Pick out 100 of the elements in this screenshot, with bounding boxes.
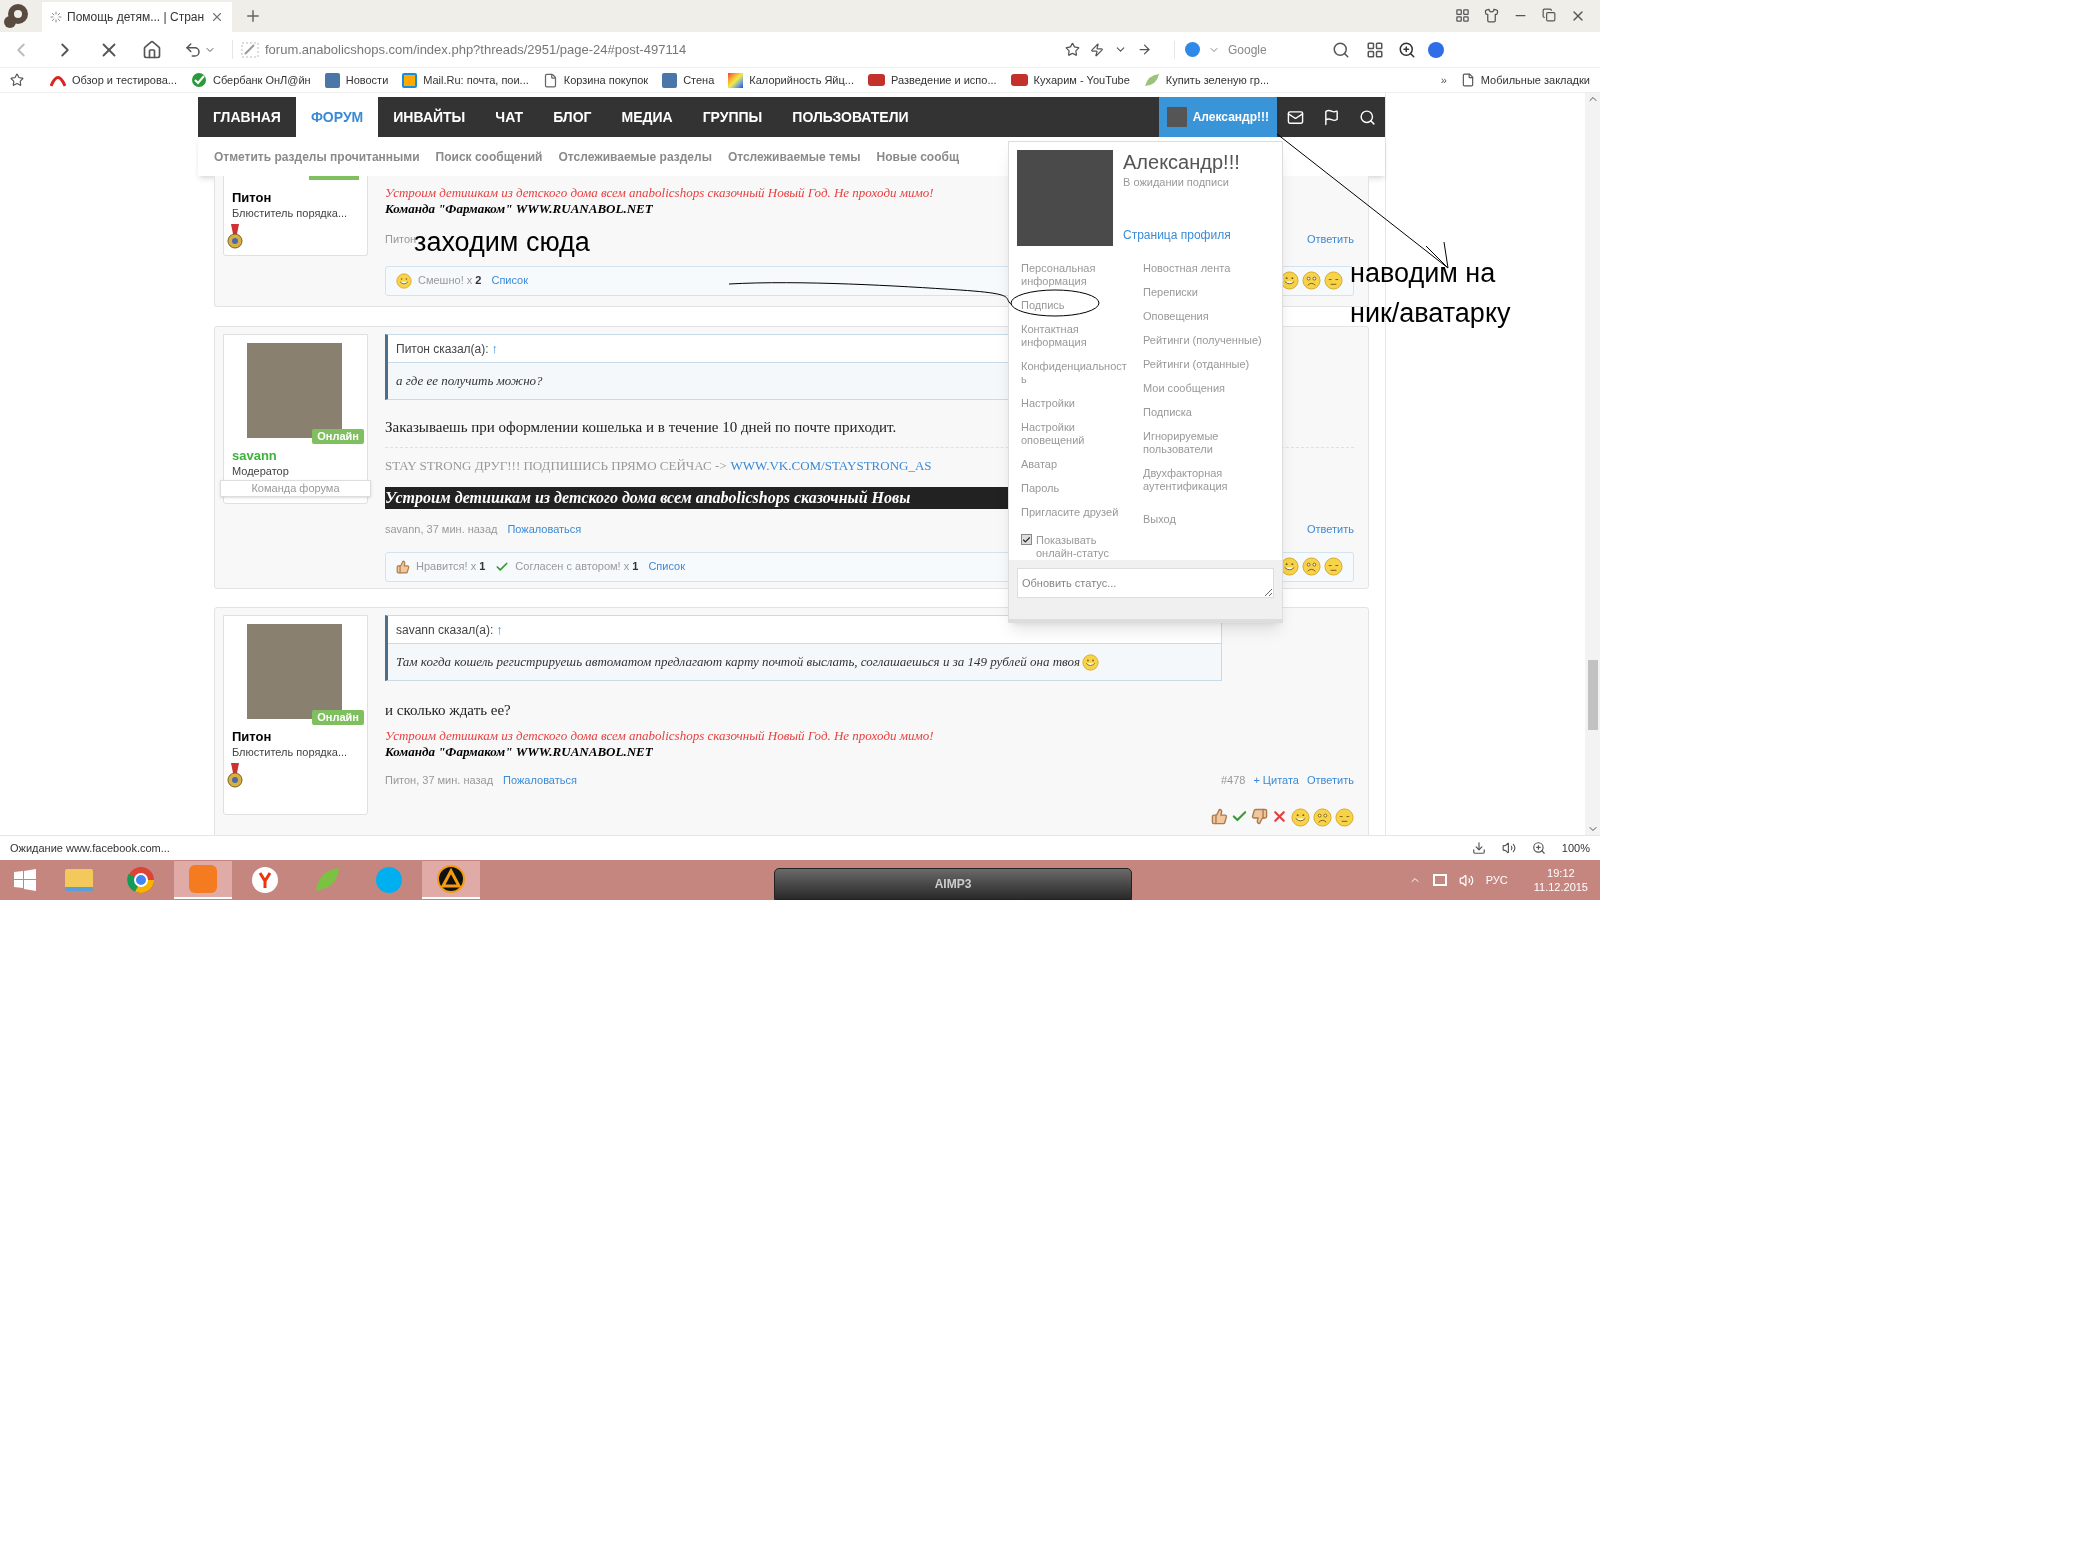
menu-item[interactable]: Персональная информация <box>1021 262 1129 288</box>
go-icon[interactable] <box>1137 42 1152 57</box>
search-icon[interactable] <box>1358 108 1376 126</box>
zoom-level[interactable]: 100% <box>1561 839 1590 857</box>
language-indicator[interactable]: РУС <box>1485 871 1508 889</box>
apps-grid-icon[interactable] <box>1366 40 1384 59</box>
close-tab-icon[interactable] <box>210 10 224 24</box>
post-number-link[interactable]: #478 <box>1220 771 1246 788</box>
menu-item[interactable]: Подписка <box>1143 406 1270 419</box>
nav-tab[interactable]: ПОЛЬЗОВАТЕЛИ <box>777 97 924 137</box>
sad-face-icon[interactable] <box>1313 808 1332 827</box>
clock-time[interactable]: 19:12 <box>1547 866 1575 880</box>
bookmark-link[interactable]: Разведение и испо... <box>868 71 997 89</box>
sub-nav-link[interactable]: Поиск сообщений <box>435 147 543 166</box>
menu-item[interactable]: Конфиденциальность <box>1021 360 1129 386</box>
clock-date[interactable]: 11.12.2015 <box>1533 880 1588 894</box>
volume-icon[interactable] <box>1501 841 1516 855</box>
sad-face-icon[interactable] <box>1302 557 1321 576</box>
mail-icon[interactable] <box>1286 108 1304 126</box>
nav-tab[interactable]: БЛОГ <box>538 97 607 137</box>
menu-item[interactable]: Аватар <box>1021 458 1129 471</box>
sub-nav-link[interactable]: Отметить разделы прочитанными <box>214 147 420 166</box>
menu-item[interactable]: Контактная информация <box>1021 323 1129 349</box>
restore-icon[interactable] <box>1542 8 1556 22</box>
bookmark-link[interactable]: Кухарим - YouTube <box>1010 71 1130 89</box>
sub-nav-link[interactable]: Отслеживаемые темы <box>727 147 861 166</box>
home-icon[interactable] <box>142 39 162 60</box>
menu-item[interactable]: Рейтинги (отданные) <box>1143 358 1270 371</box>
undo-icon[interactable] <box>184 40 202 59</box>
smiley-icon[interactable] <box>1291 808 1310 827</box>
more-bookmarks-button[interactable]: » <box>1440 71 1447 89</box>
status-input-field[interactable]: Обновить статус... <box>1017 568 1274 598</box>
sub-nav-link[interactable]: Новые сообщ <box>876 147 960 166</box>
new-tab-icon[interactable] <box>244 7 262 25</box>
reactions-list-link[interactable]: Список <box>648 558 685 575</box>
download-icon[interactable] <box>1471 841 1486 855</box>
mobile-bookmarks-link[interactable]: Мобильные закладки <box>1460 71 1590 89</box>
bookmarks-star-icon[interactable] <box>10 73 24 87</box>
browser-tab[interactable]: Помощь детям... | Стран <box>42 2 232 32</box>
logout-link[interactable]: Выход <box>1143 513 1270 526</box>
thumbs-down-icon[interactable] <box>1251 808 1268 825</box>
username[interactable]: Питон <box>232 190 359 206</box>
smiley-icon[interactable] <box>396 272 412 289</box>
report-link[interactable]: Пожаловаться <box>507 521 582 538</box>
menu-item[interactable]: Подпись <box>1021 299 1129 312</box>
search-icon[interactable] <box>1332 40 1350 59</box>
online-status-checkbox[interactable]: Показывать онлайн-статус <box>1021 534 1129 560</box>
bookmark-link[interactable]: Обзор и тестирова... <box>50 71 177 89</box>
menu-item[interactable]: Игнорируемые пользователи <box>1143 430 1270 456</box>
profile-link[interactable]: Страница профиля <box>1123 226 1240 244</box>
quote-jump-link[interactable]: ↑ <box>491 338 499 359</box>
thumbs-up-icon[interactable] <box>396 559 410 574</box>
windows-logo-icon[interactable] <box>14 869 36 891</box>
bookmark-link[interactable]: Новости <box>324 71 389 89</box>
bookmark-link[interactable]: Сбербанк ОнЛ@йн <box>191 71 311 89</box>
user-nav-tab[interactable]: Александр!!! <box>1159 97 1277 137</box>
menu-item[interactable]: Мои сообщения <box>1143 382 1270 395</box>
menu-item[interactable]: Рейтинги (полученные) <box>1143 334 1270 347</box>
sleepy-face-icon[interactable] <box>1335 808 1354 827</box>
taskbar-app-button[interactable] <box>422 861 480 899</box>
nav-tab[interactable]: ИНВАЙТЫ <box>378 97 481 137</box>
scrollbar[interactable] <box>1585 93 1600 835</box>
smiley-icon[interactable] <box>1081 653 1099 671</box>
sub-nav-link[interactable]: Отслеживаемые разделы <box>558 147 712 166</box>
magnifier-icon[interactable] <box>1398 40 1416 59</box>
thumbs-up-icon[interactable] <box>1211 808 1228 825</box>
bookmark-link[interactable]: Корзина покупок <box>542 71 649 89</box>
menu-item[interactable]: Переписки <box>1143 286 1270 299</box>
flag-icon[interactable] <box>1322 108 1340 126</box>
player-window[interactable]: AIMP3 <box>774 868 1132 900</box>
quote-link[interactable]: + Цитата <box>1253 771 1299 788</box>
username[interactable]: Питон <box>232 729 359 745</box>
shirt-icon[interactable] <box>1484 8 1499 23</box>
quote-jump-link[interactable]: ↑ <box>496 619 503 640</box>
search-engine-field[interactable]: Google <box>1174 40 1324 59</box>
reply-link[interactable]: Ответить <box>1306 771 1354 788</box>
menu-item[interactable]: Настройки оповещений <box>1021 421 1129 447</box>
menu-item[interactable]: Пригласите друзей <box>1021 506 1129 519</box>
scroll-thumb[interactable] <box>1587 660 1598 730</box>
nav-tab[interactable]: ГЛАВНАЯ <box>198 97 296 137</box>
bookmark-link[interactable]: Купить зеленую гр... <box>1143 71 1270 89</box>
reactions-list-link[interactable]: Список <box>491 272 529 289</box>
nav-tab[interactable]: МЕДИА <box>606 97 688 137</box>
nav-tab[interactable]: ФОРУМ <box>295 97 379 137</box>
reply-link[interactable]: Ответить <box>1306 231 1354 248</box>
bookmark-link[interactable]: Калорийность Яйц... <box>728 71 854 89</box>
menu-item[interactable]: Новостная лента <box>1143 262 1270 275</box>
menu-item[interactable]: Оповещения <box>1143 310 1270 323</box>
sleepy-face-icon[interactable] <box>1324 271 1343 290</box>
report-link[interactable]: Пожаловаться <box>503 771 577 788</box>
bookmark-link[interactable]: Mail.Ru: почта, пои... <box>402 71 529 89</box>
bookmark-star-icon[interactable] <box>1065 42 1080 57</box>
bookmark-link[interactable]: Стена <box>662 71 715 89</box>
cross-icon[interactable] <box>1271 808 1288 825</box>
nav-tab[interactable]: ГРУППЫ <box>687 97 778 137</box>
zoom-icon[interactable] <box>1531 841 1546 855</box>
menu-item[interactable]: Пароль <box>1021 482 1129 495</box>
address-field[interactable]: forum.anabolicshops.com/index.php?threads/2951/page-24#post-497114 <box>232 39 1152 60</box>
nav-tab[interactable]: ЧАТ <box>480 97 539 137</box>
lightning-icon[interactable] <box>1090 42 1104 57</box>
